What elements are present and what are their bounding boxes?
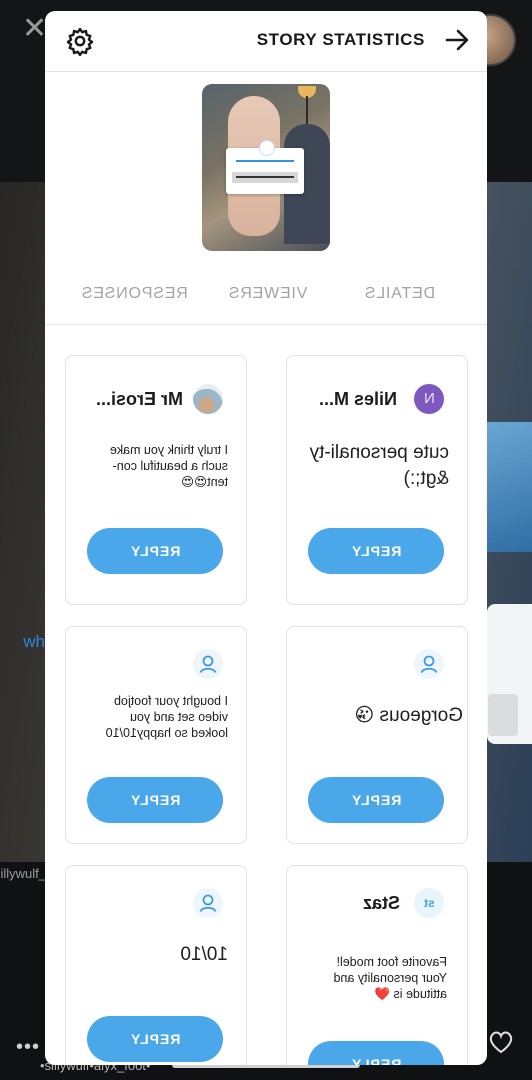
close-icon[interactable]: ✕ [22,14,47,44]
story-thumbnail[interactable] [202,84,330,251]
avatar: N [414,384,444,414]
response-message: I truly think you make such a beautiful … [109,443,228,489]
avatar [193,384,223,414]
reply-label: REPLY [350,543,402,559]
tab-responses[interactable]: RESPONSES [81,285,188,303]
response-card: N Niles M... cute personali-ty &gt;:) RE… [286,355,468,605]
tab-viewers[interactable]: VIEWERS [228,285,307,303]
response-card: Gorgeous 😘 REPLY [286,626,468,844]
response-card: 10/10 REPLY [65,865,247,1065]
heart-icon[interactable] [488,1030,514,1059]
story-statistics-sheet: STORY STATISTICS RESPONSES VIEWERS DETAI… [45,11,487,1065]
sticker-line [236,160,294,162]
response-card: Mr Erosi... I truly think you make such … [65,355,247,605]
responder-name: Mr Erosi... [96,389,184,409]
avatar-letter: N [423,390,435,407]
avatar: st [414,888,444,918]
responder-name: Staz [363,893,401,913]
reply-button[interactable]: REPLY [87,777,223,823]
reply-button[interactable]: REPLY [87,528,223,574]
responses-grid: Mr Erosi... I truly think you make such … [45,325,487,1065]
sheet-header: STORY STATISTICS [45,11,487,72]
arrow-right-icon[interactable] [443,26,471,59]
response-card: st Staz Favorite foot model! Your person… [286,865,468,1065]
stats-tabs: RESPONSES VIEWERS DETAILS [45,268,487,325]
response-message: cute personali-ty &gt;:) [309,442,449,489]
user-icon [193,888,223,918]
response-message: I bought your footjob video set and you … [105,694,228,740]
page-title: STORY STATISTICS [256,30,425,49]
user-icon [414,649,444,679]
reply-label: REPLY [350,1056,402,1065]
tab-details[interactable]: DETAILS [364,285,435,303]
background-card-field [488,694,518,736]
reply-button[interactable]: REPLY [308,1041,444,1065]
reply-label: REPLY [129,792,181,808]
sticker-field-line [236,176,294,178]
reply-label: REPLY [129,1031,181,1047]
response-card: I bought your footjob video set and you … [65,626,247,844]
reply-button[interactable]: REPLY [87,1016,223,1062]
user-icon [259,140,275,156]
user-icon [193,649,223,679]
response-message: Favorite foot model! Your personality an… [333,955,447,1001]
reply-button[interactable]: REPLY [308,528,444,574]
background-card-text: wh [23,632,45,651]
response-message: 10/10 [180,944,228,965]
more-options-icon[interactable]: ••• [16,1036,40,1059]
reply-button[interactable]: REPLY [308,777,444,823]
responder-name: Niles M... [319,389,398,409]
reply-label: REPLY [129,543,181,559]
response-message: Gorgeous 😘 [354,705,463,726]
avatar-initials: st [423,896,435,910]
reply-label: REPLY [350,792,402,808]
gear-icon[interactable] [65,26,95,61]
thumbnail-poll-sticker [226,140,304,194]
